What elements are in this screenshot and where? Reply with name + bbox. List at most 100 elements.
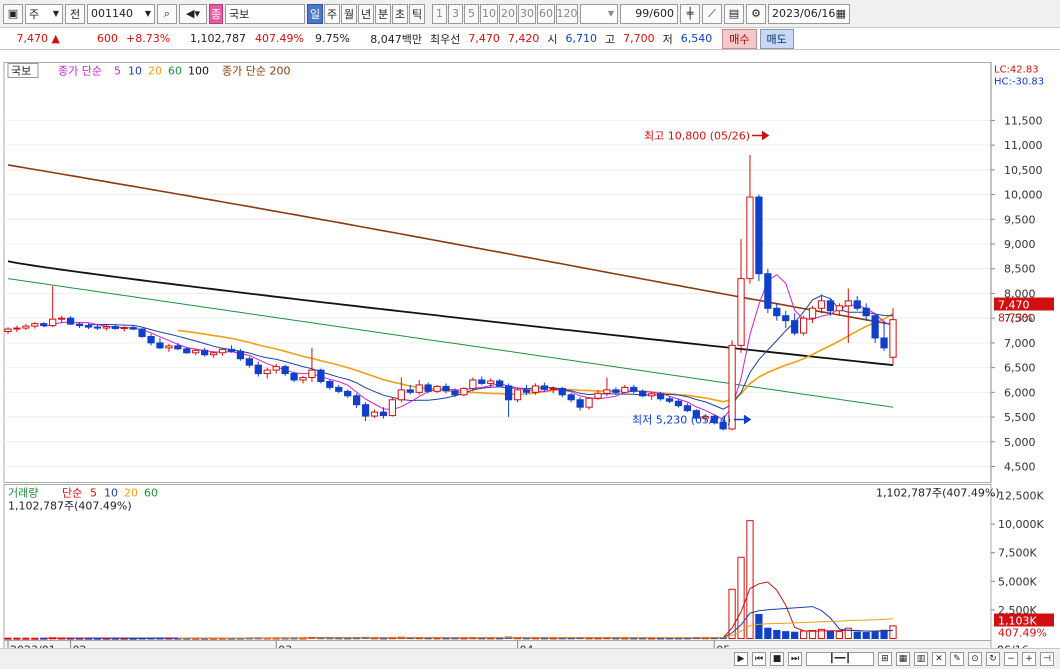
- minute-tab[interactable]: 30: [518, 3, 536, 24]
- chevron-down-icon: ▼: [52, 9, 59, 18]
- candle: [853, 300, 861, 309]
- date-field[interactable]: 2023/06/16 ▦: [768, 3, 850, 24]
- best-ask: 7,470: [468, 32, 500, 45]
- bar-count-total: /600: [649, 7, 674, 20]
- candle: [549, 387, 557, 390]
- stock-name-field[interactable]: 국보: [225, 3, 305, 24]
- scroll-end-icon[interactable]: ⊣: [1040, 652, 1054, 666]
- last-page-icon[interactable]: ⏭: [788, 652, 802, 666]
- sell-button[interactable]: 매도: [759, 28, 794, 49]
- price-tag-pct: 8.73%: [998, 312, 1033, 325]
- candle: [603, 389, 611, 394]
- save-icon[interactable]: ▤: [724, 3, 744, 24]
- line-tool-icon[interactable]: ⟋: [702, 3, 722, 24]
- volume-bar: [31, 637, 39, 640]
- grid-icon[interactable]: ⊞: [878, 652, 892, 666]
- minute-tab[interactable]: 10: [480, 3, 498, 24]
- candle: [442, 385, 450, 392]
- y-tick-label: 5,000: [1004, 436, 1036, 449]
- draw-icon[interactable]: ✎: [950, 652, 964, 666]
- candle: [755, 196, 763, 275]
- candle: [433, 385, 441, 392]
- y-tick-label: 9,500: [1004, 213, 1036, 226]
- minute-tab[interactable]: 1: [432, 3, 447, 24]
- current-price: 7,470 ▲: [16, 32, 60, 45]
- minus-icon[interactable]: −: [1004, 652, 1018, 666]
- candle: [245, 358, 253, 366]
- timeframe-tab[interactable]: 월: [341, 3, 357, 24]
- candle: [639, 390, 647, 397]
- candle: [460, 387, 468, 396]
- buy-button[interactable]: 매수: [722, 28, 757, 49]
- scroll-right-icon[interactable]: ▶: [734, 652, 748, 666]
- bar-count-field[interactable]: 99/600: [620, 3, 678, 24]
- y-tick-label: 6,500: [1004, 362, 1036, 375]
- timeframe-tab[interactable]: 년: [358, 3, 374, 24]
- stock-code-input[interactable]: 001140 ▼: [87, 3, 155, 24]
- candle: [13, 327, 21, 330]
- crosshair-icon[interactable]: ✕: [932, 652, 946, 666]
- candle: [791, 320, 799, 334]
- candle: [183, 348, 191, 354]
- candle: [156, 342, 164, 349]
- timeframe-tab[interactable]: 분: [375, 3, 391, 24]
- candle: [379, 411, 388, 417]
- stop-icon[interactable]: ■: [770, 652, 784, 666]
- timeframe-tab[interactable]: 초: [392, 3, 408, 24]
- minute-tab[interactable]: 60: [537, 3, 555, 24]
- candle: [612, 389, 620, 393]
- minute-tab[interactable]: 20: [499, 3, 517, 24]
- vol-legend-ma-label: 단순: [62, 487, 82, 500]
- volume-bar: [13, 637, 21, 640]
- minute-tabs: 1 3 5 10 20 30 60 120: [432, 3, 578, 24]
- candle: [201, 349, 209, 356]
- price-tag-value: 7,470: [998, 299, 1030, 312]
- vol-current-left: 1,102,787주(407.49%): [8, 500, 132, 513]
- minute-tab[interactable]: 3: [448, 3, 463, 24]
- low-label: 저: [662, 32, 673, 46]
- volume-bar: [862, 632, 870, 640]
- candle: [576, 399, 584, 408]
- candle: [478, 379, 486, 384]
- volume-bar: [853, 631, 861, 640]
- table-icon[interactable]: ▦: [896, 652, 910, 666]
- timeframe-tab[interactable]: 주: [324, 3, 340, 24]
- volume-bar: [773, 629, 781, 640]
- candle-icon[interactable]: ╪: [680, 3, 700, 24]
- open-price: 6,710: [565, 32, 598, 45]
- chart-settings-icon[interactable]: ▥: [914, 652, 928, 666]
- plus-icon[interactable]: +: [1022, 652, 1036, 666]
- window-icon[interactable]: ▣: [3, 3, 23, 24]
- timeframe-tab[interactable]: 일: [307, 3, 323, 24]
- vol-tick-label: 7,500K: [998, 547, 1037, 560]
- candle: [683, 405, 692, 412]
- price-change: 600: [97, 32, 118, 45]
- chevron-down-icon: ▼: [144, 9, 151, 18]
- turnover-rate: 9.75%: [315, 32, 350, 45]
- speaker-icon[interactable]: ◀▾: [179, 3, 207, 24]
- y-tick-label: 4,500: [1004, 461, 1036, 474]
- search-icon[interactable]: ⌕: [157, 3, 177, 24]
- candle: [397, 389, 405, 401]
- prev-button[interactable]: 전: [65, 3, 85, 24]
- zoom-slider[interactable]: ┃━━┃: [806, 652, 874, 666]
- candle: [782, 315, 790, 322]
- candle: [388, 399, 397, 417]
- minute-tab[interactable]: 5: [464, 3, 479, 24]
- refresh-icon[interactable]: ↻: [986, 652, 1000, 666]
- gear-icon[interactable]: ⚙: [746, 3, 766, 24]
- timeframe-tab[interactable]: 틱: [409, 3, 425, 24]
- candle: [630, 386, 638, 392]
- stock-chart[interactable]: 4,5005,0005,5006,0006,5007,0007,5008,000…: [0, 50, 1060, 669]
- vol-tag-pct: 407.49%: [998, 627, 1047, 640]
- best-bid: 7,420: [507, 32, 540, 45]
- volume-bar: [764, 627, 772, 639]
- custom-period-select[interactable]: ▼: [580, 3, 618, 24]
- zoom-icon[interactable]: ⊙: [968, 652, 982, 666]
- y-tick-label: 10,000: [1004, 189, 1043, 202]
- period-select[interactable]: 주 ▼: [25, 3, 63, 24]
- minute-tab[interactable]: 120: [556, 3, 578, 24]
- first-page-icon[interactable]: ⏮: [752, 652, 766, 666]
- vol-current-right: 1,102,787주(407.49%): [876, 487, 1000, 500]
- timeframe-tabs: 일주월년분초틱: [307, 3, 425, 24]
